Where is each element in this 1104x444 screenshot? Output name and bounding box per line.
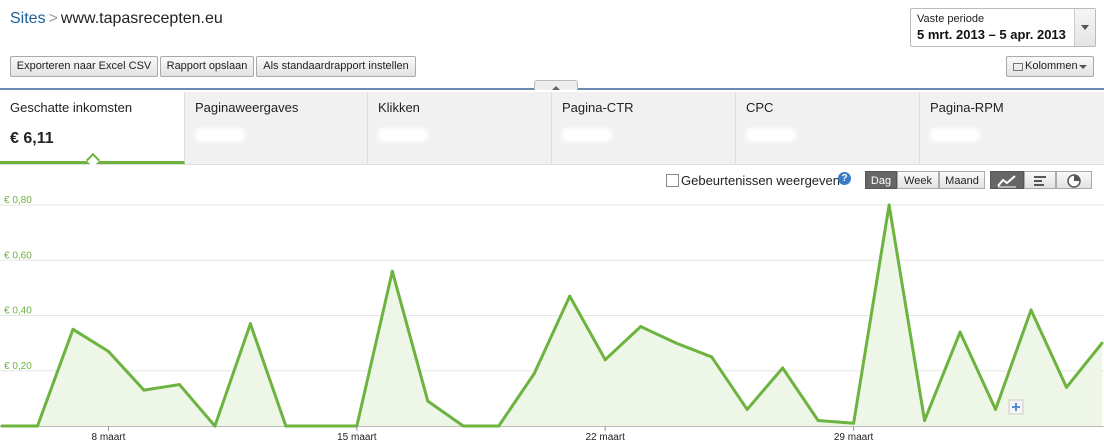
data-point: [35, 424, 39, 428]
metric-tabs: Geschatte inkomsten € 6,11 Paginaweergav…: [0, 92, 1104, 168]
x-tick-label: 8 maart: [91, 432, 125, 443]
data-point: [426, 399, 430, 403]
data-point: [0, 424, 4, 428]
columns-button[interactable]: Kolommen: [1006, 56, 1094, 77]
redacted-value: [746, 128, 796, 142]
data-point: [106, 349, 110, 353]
redacted-value: [195, 128, 245, 142]
data-point: [887, 203, 891, 207]
y-tick-label: € 0,20: [4, 361, 32, 372]
redacted-value: [378, 128, 428, 142]
data-point: [248, 322, 252, 326]
redacted-value: [562, 128, 612, 142]
data-point: [71, 327, 75, 331]
data-point: [603, 358, 607, 362]
data-point: [1065, 385, 1069, 389]
data-point: [816, 418, 820, 422]
tab-pagina-ctr[interactable]: Pagina-CTR: [552, 92, 736, 164]
breadcrumb-site-name: www.tapasrecepten.eu: [60, 10, 223, 27]
data-point: [568, 294, 572, 298]
save-report-button[interactable]: Rapport opslaan: [160, 56, 254, 77]
period-label: Vaste periode: [917, 13, 985, 25]
granularity-maand-button[interactable]: Maand: [939, 171, 985, 189]
tab-label: CPC: [746, 100, 774, 115]
period-selector[interactable]: Vaste periode 5 mrt. 2013 – 5 apr. 2013: [910, 8, 1096, 47]
data-point: [1029, 308, 1033, 312]
caret-down-icon: [1079, 65, 1087, 73]
set-default-report-button[interactable]: Als standaardrapport instellen: [256, 56, 416, 77]
data-point: [319, 424, 323, 428]
tab-pagina-rpm[interactable]: Pagina-RPM: [920, 92, 1103, 164]
line-chart-icon: [997, 175, 1016, 188]
data-point: [177, 383, 181, 387]
granularity-dag-button[interactable]: Dag: [865, 171, 897, 189]
columns-label: Kolommen: [1025, 60, 1078, 72]
data-point: [710, 355, 714, 359]
period-value: 5 mrt. 2013 – 5 apr. 2013: [917, 27, 1066, 42]
data-point: [532, 372, 536, 376]
chart-toolbar: Gebeurtenissen weergeven ? Dag Week Maan…: [0, 170, 1104, 194]
data-point: [390, 269, 394, 273]
tab-label: Pagina-CTR: [562, 100, 634, 115]
y-tick-label: € 0,40: [4, 306, 32, 317]
export-csv-button[interactable]: Exporteren naar Excel CSV: [10, 56, 158, 77]
data-point: [284, 424, 288, 428]
chevron-down-icon[interactable]: [1074, 9, 1095, 46]
tab-label: Pagina-RPM: [930, 100, 1004, 115]
pie-view-button[interactable]: [1056, 171, 1092, 189]
x-tick-label: 29 maart: [834, 432, 874, 443]
tab-klikken[interactable]: Klikken: [368, 92, 552, 164]
events-checkbox[interactable]: [666, 174, 679, 187]
data-point: [745, 407, 749, 411]
table-view-button[interactable]: [1024, 171, 1056, 189]
data-point: [497, 424, 501, 428]
y-tick-label: € 0,80: [4, 195, 32, 206]
data-point: [639, 325, 643, 329]
data-point: [781, 366, 785, 370]
collapse-toggle[interactable]: [534, 80, 578, 90]
bars-icon: [1034, 176, 1046, 186]
tab-label: Klikken: [378, 100, 420, 115]
tab-geschatte-inkomsten[interactable]: Geschatte inkomsten € 6,11: [0, 92, 185, 168]
data-point: [213, 424, 217, 428]
x-tick-label: 22 maart: [585, 432, 625, 443]
breadcrumb: Sites > www.tapasrecepten.eu: [10, 10, 223, 28]
tab-label: Paginaweergaves: [195, 100, 299, 115]
redacted-value: [930, 128, 980, 142]
data-point: [674, 341, 678, 345]
tab-paginaweergaves[interactable]: Paginaweergaves: [185, 92, 368, 164]
data-point: [852, 421, 856, 425]
events-label: Gebeurtenissen weergeven: [681, 173, 840, 188]
breadcrumb-separator: >: [48, 10, 58, 27]
data-point: [958, 330, 962, 334]
help-icon[interactable]: ?: [838, 172, 851, 185]
active-tab-pointer: [85, 152, 101, 168]
data-point: [142, 388, 146, 392]
x-tick-label: 15 maart: [337, 432, 377, 443]
revenue-line-chart: € 0,20 € 0,40 € 0,60 € 0,80 8 maart 15 maart 2…: [0, 195, 1104, 443]
data-point: [923, 418, 927, 422]
data-point: [461, 424, 465, 428]
pie-icon: [1067, 174, 1081, 188]
data-point: [1100, 341, 1104, 345]
line-chart-view-button[interactable]: [990, 171, 1024, 189]
y-tick-label: € 0,60: [4, 250, 32, 261]
granularity-week-button[interactable]: Week: [897, 171, 939, 189]
tab-cpc[interactable]: CPC: [736, 92, 920, 164]
data-point: [994, 407, 998, 411]
table-icon: [1013, 63, 1023, 71]
tab-value: € 6,11: [10, 130, 54, 147]
tab-label: Geschatte inkomsten: [10, 100, 133, 115]
breadcrumb-sites-link[interactable]: Sites: [10, 10, 46, 27]
